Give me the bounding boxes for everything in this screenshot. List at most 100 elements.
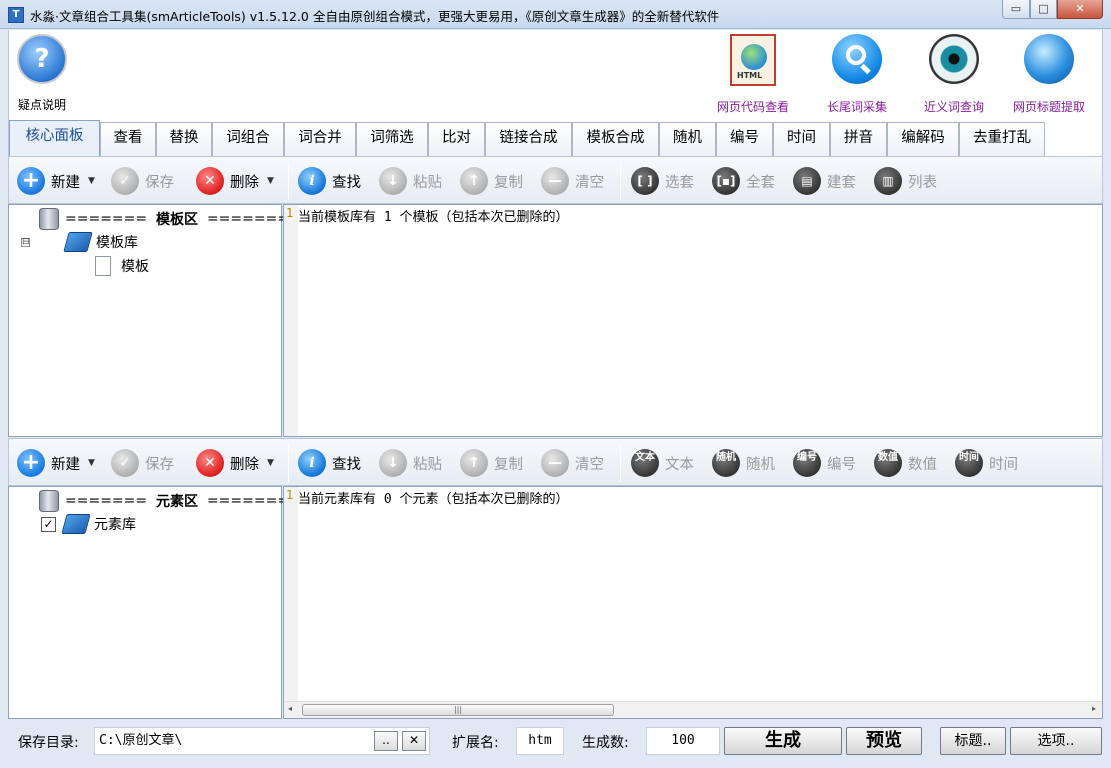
element-clear-button[interactable]: — 清空: [541, 448, 604, 478]
tab-view[interactable]: 查看: [100, 122, 156, 156]
number-icon: 编号: [793, 449, 821, 477]
template-save-button[interactable]: ✓ 保存: [111, 166, 174, 196]
collapse-icon[interactable]: ⊟: [21, 237, 30, 247]
tab-replace[interactable]: 替换: [156, 122, 212, 156]
new-dropdown-icon[interactable]: ▼: [88, 458, 95, 468]
all-set-icon: [▪]: [712, 167, 740, 195]
element-copy-label: 复制: [494, 456, 523, 473]
template-clear-button[interactable]: — 清空: [541, 166, 604, 196]
tab-core-panel[interactable]: 核心面板: [9, 120, 100, 156]
delete-dropdown-icon[interactable]: ▼: [267, 458, 274, 468]
template-node[interactable]: 模板: [95, 256, 149, 276]
template-clear-label: 清空: [575, 174, 604, 191]
header-toolbar: ? 疑点说明 HTML 网页代码查看 长尾词采集 近义词查询 网页标题提取: [8, 30, 1103, 118]
element-library-checkbox[interactable]: ✓: [41, 516, 56, 532]
tab-word-combine[interactable]: 词组合: [212, 122, 284, 156]
preview-button[interactable]: 预览: [846, 727, 922, 755]
header-deco-right: =======: [206, 211, 290, 227]
extension-input[interactable]: htm: [516, 727, 564, 755]
insert-number-label: 编号: [827, 456, 856, 473]
up-arrow-icon: ↑: [460, 167, 488, 195]
synonym-query-button[interactable]: 近义词查询: [924, 34, 984, 115]
element-library-node[interactable]: ✓ 元素库: [41, 514, 136, 534]
insert-random-button[interactable]: 随机 随机: [712, 448, 775, 478]
toolbar-separator: [620, 444, 621, 482]
html-page-icon: HTML: [730, 34, 776, 86]
line-gutter: [284, 205, 298, 436]
list-icon: ▥: [874, 167, 902, 195]
template-find-label: 查找: [332, 174, 361, 191]
insert-number-button[interactable]: 编号 编号: [793, 448, 856, 478]
scroll-left-icon[interactable]: ◂: [288, 704, 292, 713]
delete-x-icon: ✕: [196, 449, 224, 477]
template-tree-header: ======= 模板区 =======: [39, 208, 289, 230]
help-button[interactable]: ? 疑点说明: [17, 34, 67, 113]
insert-value-label: 数值: [908, 456, 937, 473]
template-delete-button[interactable]: ✕ 删除 ▼: [196, 166, 274, 196]
tab-encode-decode[interactable]: 编解码: [887, 122, 959, 156]
editor-line: 当前元素库有 0 个元素（包括本次已删除的）: [298, 492, 569, 507]
tab-pinyin[interactable]: 拼音: [830, 122, 887, 156]
element-toolbar: + 新建 ▼ ✓ 保存 ✕ 删除 ▼ i 查找 ↓ 粘贴 ↑ 复制 — 清空 文…: [8, 438, 1103, 486]
tab-number[interactable]: 编号: [716, 122, 773, 156]
tab-word-filter[interactable]: 词筛选: [356, 122, 428, 156]
close-button[interactable]: ✕: [1057, 0, 1103, 19]
template-new-button[interactable]: + 新建 ▼: [17, 166, 95, 196]
scroll-thumb[interactable]: |||: [302, 704, 614, 716]
tab-random[interactable]: 随机: [659, 122, 716, 156]
generate-count-input[interactable]: 100: [646, 727, 720, 755]
maximize-button[interactable]: □: [1030, 0, 1057, 19]
element-clear-label: 清空: [575, 456, 604, 473]
minimize-button[interactable]: ▭: [1002, 0, 1030, 19]
template-toolbar: + 新建 ▼ ✓ 保存 ✕ 删除 ▼ i 查找 ↓ 粘贴 ↑ 复制 — 清空 […: [8, 156, 1103, 204]
build-set-button[interactable]: ▤ 建套: [793, 166, 856, 196]
options-button[interactable]: 选项..: [1010, 727, 1102, 755]
tab-time[interactable]: 时间: [773, 122, 830, 156]
element-find-button[interactable]: i 查找: [298, 448, 361, 478]
tab-dedupe-shuffle[interactable]: 去重打乱: [959, 122, 1045, 156]
all-set-button[interactable]: [▪] 全套: [712, 166, 775, 196]
help-label: 疑点说明: [17, 98, 66, 112]
page-title-extract-button[interactable]: 网页标题提取: [1013, 34, 1085, 115]
template-library-label: 模板库: [96, 235, 138, 251]
delete-dropdown-icon[interactable]: ▼: [267, 176, 274, 186]
scroll-right-icon[interactable]: ▸: [1092, 704, 1096, 713]
value-icon: 数值: [874, 449, 902, 477]
template-paste-label: 粘贴: [413, 174, 442, 191]
element-editor[interactable]: 1 当前元素库有 0 个元素（包括本次已删除的） ◂ ||| ▸: [283, 486, 1103, 719]
longtail-keyword-button[interactable]: 长尾词采集: [827, 34, 887, 115]
horizontal-scrollbar[interactable]: ◂ ||| ▸: [284, 701, 1102, 718]
tab-link-compose[interactable]: 链接合成: [485, 122, 572, 156]
element-paste-button[interactable]: ↓ 粘贴: [379, 448, 442, 478]
element-new-button[interactable]: + 新建 ▼: [17, 448, 95, 478]
template-new-label: 新建: [51, 174, 80, 191]
insert-value-button[interactable]: 数值 数值: [874, 448, 937, 478]
book-icon: [61, 514, 91, 534]
insert-time-button[interactable]: 时间 时间: [955, 448, 1018, 478]
title-button[interactable]: 标题..: [940, 727, 1006, 755]
list-button[interactable]: ▥ 列表: [874, 166, 937, 196]
tab-template-compose[interactable]: 模板合成: [572, 122, 659, 156]
template-paste-button[interactable]: ↓ 粘贴: [379, 166, 442, 196]
element-delete-button[interactable]: ✕ 删除 ▼: [196, 448, 274, 478]
longtail-keyword-label: 长尾词采集: [827, 100, 888, 114]
element-copy-button[interactable]: ↑ 复制: [460, 448, 523, 478]
header-deco-left: =======: [65, 493, 148, 509]
element-save-button[interactable]: ✓ 保存: [111, 448, 174, 478]
template-copy-button[interactable]: ↑ 复制: [460, 166, 523, 196]
tab-word-merge[interactable]: 词合并: [284, 122, 356, 156]
clear-dir-button[interactable]: ✕: [402, 731, 426, 751]
template-find-button[interactable]: i 查找: [298, 166, 361, 196]
template-editor[interactable]: 1 当前模板库有 1 个模板（包括本次已删除的）: [283, 204, 1103, 437]
browse-button[interactable]: ..: [374, 731, 398, 751]
template-zone-title: 模板区: [156, 212, 199, 228]
time-icon: 时间: [955, 449, 983, 477]
html-viewer-button[interactable]: HTML 网页代码查看: [717, 34, 789, 115]
template-library-node[interactable]: ⊟ 模板库: [21, 232, 138, 252]
generate-button[interactable]: 生成: [724, 727, 842, 755]
new-dropdown-icon[interactable]: ▼: [88, 176, 95, 186]
select-set-button[interactable]: [ ] 选套: [631, 166, 694, 196]
down-arrow-icon: ↓: [379, 167, 407, 195]
insert-text-button[interactable]: 文本 文本: [631, 448, 694, 478]
tab-compare[interactable]: 比对: [428, 122, 485, 156]
